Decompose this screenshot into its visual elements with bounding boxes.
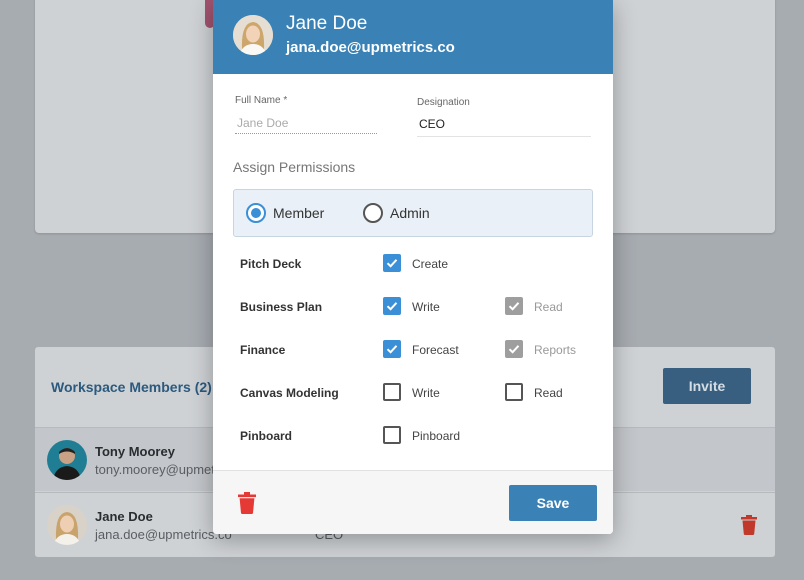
create-checkbox-label: Create (412, 257, 449, 271)
designation-underline (417, 136, 591, 137)
permission-name: Pitch Deck (240, 257, 302, 271)
write-checkbox-label: Write (412, 300, 440, 314)
check-icon (386, 259, 398, 268)
designation-label: Designation (417, 97, 470, 108)
modal-user-name: Jane Doe (286, 13, 368, 34)
workspace-members-title: Workspace Members (2) (51, 379, 212, 395)
permission-row-canvas-modeling: Canvas Modeling Write Read (213, 383, 613, 403)
read-checkbox[interactable] (505, 383, 523, 401)
member-email: jana.doe@upmetrics.co (95, 527, 232, 542)
assign-permissions-title: Assign Permissions (233, 159, 356, 175)
member-radio[interactable] (246, 203, 266, 223)
reports-checkbox-label: Reports (534, 343, 577, 357)
member-radio-label[interactable]: Member (273, 205, 324, 221)
permission-row-finance: Finance Forecast Reports (213, 340, 613, 360)
write-checkbox-label: Write (412, 386, 440, 400)
permission-row-business-plan: Business Plan Write Read (213, 297, 613, 317)
admin-radio[interactable] (363, 203, 383, 223)
permission-name: Business Plan (240, 300, 323, 314)
check-icon (386, 345, 398, 354)
permission-row-pinboard: Pinboard Pinboard (213, 426, 613, 446)
role-selector: Member Admin (233, 189, 593, 237)
reports-checkbox (505, 340, 523, 358)
member-name: Jane Doe (95, 509, 153, 524)
permission-name: Finance (240, 343, 286, 357)
forecast-checkbox[interactable] (383, 340, 401, 358)
read-checkbox (505, 297, 523, 315)
permission-name: Canvas Modeling (240, 386, 339, 400)
read-checkbox-label: Read (534, 300, 563, 314)
save-button[interactable]: Save (509, 485, 597, 521)
trash-icon[interactable] (238, 492, 256, 514)
modal-footer: Save (213, 470, 613, 534)
trash-icon[interactable] (741, 515, 757, 535)
avatar (47, 505, 87, 545)
full-name-underline (235, 133, 377, 134)
permission-row-pitch-deck: Pitch Deck Create (213, 254, 613, 274)
member-name: Tony Moorey (95, 444, 175, 459)
forecast-checkbox-label: Forecast (412, 343, 459, 357)
modal-header: Jane Doe jana.doe@upmetrics.co (213, 0, 613, 74)
check-icon (508, 302, 520, 311)
invite-button[interactable]: Invite (663, 368, 751, 404)
check-icon (508, 345, 520, 354)
pinboard-checkbox[interactable] (383, 426, 401, 444)
permission-name: Pinboard (240, 429, 293, 443)
avatar (47, 440, 87, 480)
avatar (233, 15, 273, 55)
write-checkbox[interactable] (383, 297, 401, 315)
full-name-label: Full Name * (235, 95, 288, 106)
create-checkbox[interactable] (383, 254, 401, 272)
full-name-input[interactable] (235, 113, 377, 133)
modal-user-email: jana.doe@upmetrics.co (286, 39, 455, 56)
read-checkbox-label: Read (534, 386, 563, 400)
admin-radio-label[interactable]: Admin (390, 205, 430, 221)
pinboard-checkbox-label: Pinboard (412, 429, 461, 443)
designation-input[interactable] (417, 114, 591, 134)
check-icon (386, 302, 398, 311)
edit-member-modal: Jane Doe jana.doe@upmetrics.co Full Name… (213, 0, 613, 534)
write-checkbox[interactable] (383, 383, 401, 401)
